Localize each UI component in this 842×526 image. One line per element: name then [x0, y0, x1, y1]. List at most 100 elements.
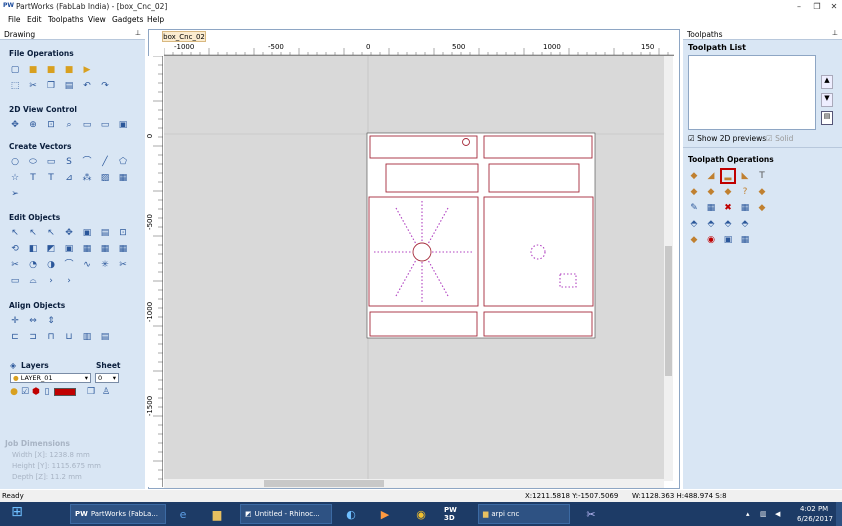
menu-view[interactable]: View [88, 15, 106, 24]
ie-icon[interactable]: e [172, 505, 194, 523]
solid-checkbox[interactable]: ☑ Solid [766, 134, 793, 143]
ellipse-icon[interactable]: ⬭ [27, 156, 39, 168]
zoom-icon[interactable]: ⌕ [63, 119, 75, 131]
delete-toolpath-icon[interactable]: ✖ [722, 202, 734, 214]
tray-arrow-icon[interactable]: ▴ [746, 510, 750, 518]
chrome-icon[interactable]: ◉ [410, 505, 432, 523]
edit-toolpath-icon[interactable]: ✎ [688, 202, 700, 214]
send-icon[interactable]: ➢ [9, 188, 21, 200]
view-3d-icon[interactable]: ▣ [117, 119, 129, 131]
vertical-scrollbar[interactable] [664, 56, 673, 481]
quick-engrave-icon[interactable]: ◆ [756, 186, 768, 198]
fit-icon[interactable]: ⊡ [117, 227, 129, 239]
layer-color-swatch[interactable] [54, 388, 76, 396]
trim-icon[interactable]: ✂ [117, 259, 129, 271]
weld-icon[interactable]: ✂ [9, 259, 21, 271]
time-estimate-icon[interactable]: ▦ [739, 234, 751, 246]
zoom-material-icon[interactable]: ▭ [81, 119, 93, 131]
show-previews-checkbox[interactable]: ☑ Show 2D previews [688, 134, 766, 143]
node-edit-icon[interactable]: ⁂ [81, 172, 93, 184]
toolpath-list[interactable] [688, 55, 816, 130]
pin-icon[interactable]: ⊥ [135, 29, 141, 37]
paste-icon[interactable]: ▤ [63, 80, 75, 92]
pw3d-icon[interactable]: PW 3D [444, 505, 466, 523]
tool-database-icon[interactable]: ◆ [756, 202, 768, 214]
open-folder-icon[interactable]: ■ [27, 64, 39, 76]
align-center-icon[interactable]: ▣ [81, 227, 93, 239]
taskbar-rhino[interactable]: ◩ Untitled - Rhinoc... [240, 504, 332, 524]
split-icon[interactable]: › [63, 275, 75, 287]
inlay-icon[interactable]: ◆ [688, 186, 700, 198]
start-button-icon[interactable]: ⊞ [4, 503, 30, 521]
menu-edit[interactable]: Edit [27, 15, 42, 24]
smooth-icon[interactable]: ⌓ [27, 275, 39, 287]
save-as-icon[interactable]: ■ [63, 64, 75, 76]
copy-toolpath-icon[interactable]: ▦ [705, 202, 717, 214]
align-horizontal-icon[interactable]: ⇔ [27, 315, 39, 327]
align-top-icon[interactable]: ⊓ [45, 331, 57, 343]
menu-file[interactable]: File [8, 15, 21, 24]
clock-time[interactable]: 4:02 PM [800, 505, 828, 513]
cortana-icon[interactable]: ◐ [340, 505, 362, 523]
template-save-icon[interactable]: ⬘ [739, 218, 751, 230]
scale-icon[interactable]: ▤ [99, 227, 111, 239]
select-arrow-icon[interactable]: ↖ [9, 227, 21, 239]
layer-select[interactable]: ● LAYER_01 ▾ [10, 373, 91, 383]
fillet-icon[interactable]: ⌒ [63, 259, 75, 271]
restore-button[interactable]: ❐ [810, 1, 824, 13]
show-desktop-button[interactable] [836, 502, 842, 526]
texture-icon[interactable]: T [756, 170, 768, 182]
move-icon[interactable]: ✥ [63, 227, 75, 239]
moulding-icon[interactable]: ? [739, 186, 751, 198]
scroll-thumb[interactable] [665, 246, 672, 376]
circle-icon[interactable]: ○ [9, 156, 21, 168]
grid-icon[interactable]: ▦ [117, 172, 129, 184]
layer-lift-icon[interactable]: ♙ [100, 386, 112, 398]
align-right-icon[interactable]: ⊐ [27, 331, 39, 343]
lock-icon[interactable]: ⬢ [32, 386, 40, 398]
preview-icon[interactable]: ◆ [688, 234, 700, 246]
move-down-icon[interactable]: ▼ [821, 93, 833, 107]
save-toolpath-icon[interactable]: ▣ [722, 234, 734, 246]
drilling-icon[interactable]: ▂ [720, 168, 736, 184]
bulb-icon[interactable]: ● [10, 386, 18, 398]
prism-icon[interactable]: ◆ [722, 186, 734, 198]
profile-icon[interactable]: ◆ [688, 170, 700, 182]
align-bottom-icon[interactable]: ⊔ [63, 331, 75, 343]
taskbar-partworks[interactable]: PW PartWorks (FabLa... [70, 504, 166, 524]
snipping-icon[interactable]: ✂ [580, 505, 602, 523]
zoom-extents-icon[interactable]: ⊕ [27, 119, 39, 131]
explorer-icon[interactable]: ▆ [206, 505, 228, 523]
scroll-thumb[interactable] [264, 480, 384, 487]
drawing-canvas[interactable] [164, 56, 672, 481]
horizontal-scrollbar[interactable] [164, 479, 664, 488]
polygon-icon[interactable]: ⬠ [117, 156, 129, 168]
checkbox-icon[interactable]: ☑ [21, 386, 29, 398]
mirror-icon[interactable]: ◧ [27, 243, 39, 255]
select-all-icon[interactable]: ⬚ [9, 80, 21, 92]
pin-icon[interactable]: ⊥ [832, 29, 838, 37]
clock-date[interactable]: 6/26/2017 [797, 515, 833, 523]
join-icon[interactable]: ✳ [99, 259, 111, 271]
array-icon[interactable]: ▦ [117, 243, 129, 255]
align-vertical-icon[interactable]: ⇕ [45, 315, 57, 327]
move-up-icon[interactable]: ▲ [821, 75, 833, 89]
distribute-h-icon[interactable]: ▥ [81, 331, 93, 343]
extend-icon[interactable]: › [45, 275, 57, 287]
new-file-icon[interactable]: ▢ [9, 64, 21, 76]
recalculate-icon[interactable]: ▦ [739, 202, 751, 214]
text-icon[interactable]: T [27, 172, 39, 184]
media-player-icon[interactable]: ▶ [374, 505, 396, 523]
layer-manager-icon[interactable]: ❒ [85, 386, 97, 398]
summary-icon[interactable]: ▤ [821, 111, 833, 125]
template-icon[interactable]: ⬘ [705, 218, 717, 230]
network-icon[interactable]: ▥ [760, 510, 767, 518]
pocket-icon[interactable]: ◢ [705, 170, 717, 182]
ungroup-icon[interactable]: ▦ [81, 243, 93, 255]
reset-preview-icon[interactable]: ◉ [705, 234, 717, 246]
menu-help[interactable]: Help [147, 15, 164, 24]
save-icon[interactable]: ■ [45, 64, 57, 76]
nest-icon[interactable]: ▦ [99, 243, 111, 255]
layer-visible-icon[interactable]: ▯ [43, 386, 51, 398]
star-icon[interactable]: ☆ [9, 172, 21, 184]
